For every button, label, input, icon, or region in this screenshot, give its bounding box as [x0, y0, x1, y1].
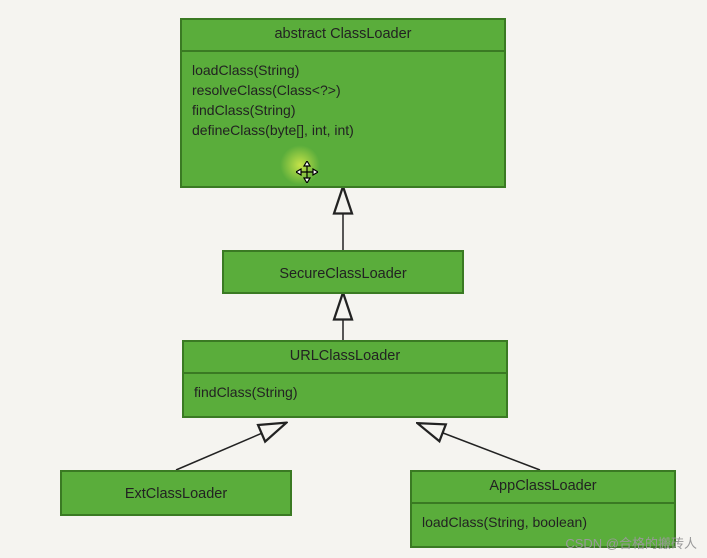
class-title: AppClassLoader [412, 472, 674, 504]
class-title: URLClassLoader [184, 342, 506, 374]
method: loadClass(String, boolean) [422, 512, 664, 532]
class-methods: loadClass(String) resolveClass(Class<?>)… [182, 52, 504, 148]
method: resolveClass(Class<?>) [192, 80, 494, 100]
watermark: CSDN @合格的搬砖人 [565, 533, 697, 552]
class-title: ExtClassLoader [62, 472, 290, 516]
class-title: abstract ClassLoader [182, 20, 504, 52]
class-secure-classloader: SecureClassLoader [222, 250, 464, 294]
class-ext-classloader: ExtClassLoader [60, 470, 292, 516]
method: findClass(String) [194, 382, 496, 402]
class-title: SecureClassLoader [224, 252, 462, 296]
class-url-classloader: URLClassLoader findClass(String) [182, 340, 508, 418]
class-methods: findClass(String) [184, 374, 506, 410]
method: loadClass(String) [192, 60, 494, 80]
method: defineClass(byte[], int, int) [192, 120, 494, 140]
class-abstract-classloader: abstract ClassLoader loadClass(String) r… [180, 18, 506, 188]
method: findClass(String) [192, 100, 494, 120]
